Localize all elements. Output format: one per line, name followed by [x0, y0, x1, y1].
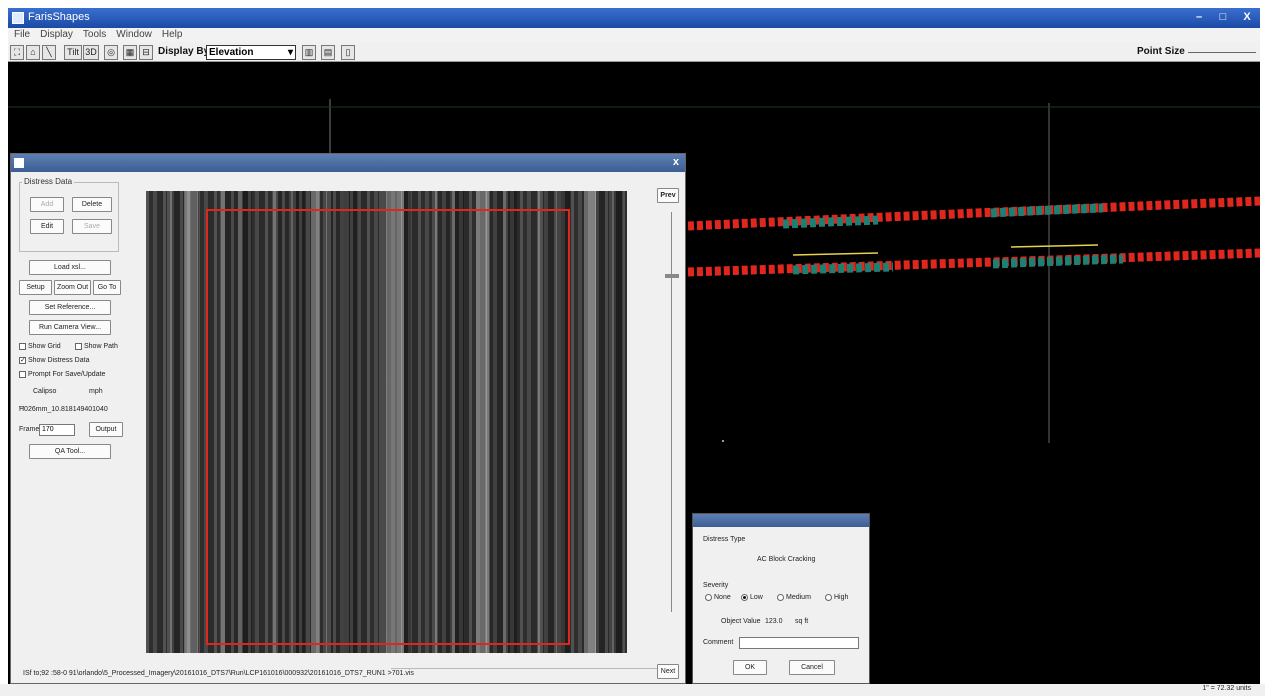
frame-input[interactable]: 170	[39, 424, 75, 436]
3d-button[interactable]: 3D	[83, 45, 99, 60]
image-viewer-dialog: x Distress Data Add Delete Edit Save Loa…	[10, 153, 686, 684]
distress-type-value[interactable]: AC Block Cracking	[757, 556, 815, 563]
comment-label: Comment	[703, 639, 734, 646]
minimize-button[interactable]: –	[1190, 10, 1208, 25]
qa-tool-button[interactable]: QA Tool...	[29, 444, 111, 459]
calipso-label: Calipso	[33, 388, 57, 395]
status-bar: 1" = 72.32 units	[0, 684, 1265, 696]
go-to-button[interactable]: Go To	[93, 280, 121, 295]
severity-high-radio[interactable]: High	[825, 594, 848, 601]
marker-line	[1010, 244, 1099, 248]
toolbar: ⛶ ⌂ ╲ Tilt 3D ◎ ▦ ⊟ Display By Elevation…	[8, 42, 1260, 62]
frame-scrollbar[interactable]	[671, 212, 677, 612]
line-icon[interactable]: ╲	[42, 45, 56, 60]
show-path-checkbox[interactable]: Show Path	[75, 343, 118, 350]
scale-readout: 1" = 72.32 units	[1202, 685, 1251, 692]
menu-file[interactable]: File	[14, 28, 30, 42]
show-grid-checkbox[interactable]: Show Grid	[19, 343, 61, 350]
horizontal-scrollbar[interactable]	[391, 668, 657, 669]
tilt-button[interactable]: Tilt	[64, 45, 82, 60]
columns-icon[interactable]: ▥	[302, 45, 316, 60]
speed-unit: mph	[89, 388, 103, 395]
dialog-title-bar: x	[11, 154, 685, 172]
close-button[interactable]: X	[1238, 10, 1256, 25]
ok-button[interactable]: OK	[733, 660, 767, 675]
app-icon	[12, 12, 24, 24]
point-size-label: Point Size	[1137, 46, 1185, 57]
severity-low-radio[interactable]: Low	[741, 594, 763, 601]
app-window: FarisShapes – □ X File Display Tools Win…	[8, 8, 1260, 692]
scrollbar-thumb[interactable]	[665, 274, 679, 278]
menu-bar: File Display Tools Window Help	[8, 28, 1260, 42]
chevron-down-icon: ▾	[287, 47, 293, 58]
crack-band-teal	[992, 254, 1124, 269]
frame-label: Frame	[19, 426, 40, 433]
severity-none-radio[interactable]: None	[705, 594, 731, 601]
set-reference-button[interactable]: Set Reference...	[29, 300, 111, 315]
severity-label: Severity	[703, 582, 729, 589]
crack-band-red	[687, 196, 1260, 231]
distress-dialog-title-bar	[693, 514, 869, 527]
menu-help[interactable]: Help	[162, 28, 183, 42]
maximize-button[interactable]: □	[1214, 10, 1232, 25]
menu-display[interactable]: Display	[40, 28, 73, 42]
menu-tools[interactable]: Tools	[83, 28, 106, 42]
distress-selection-box[interactable]	[206, 209, 570, 645]
grid-icon[interactable]: ▦	[123, 45, 137, 60]
distress-type-dialog: Distress Type AC Block Cracking Severity…	[692, 513, 870, 684]
title-bar: FarisShapes – □ X	[8, 8, 1260, 28]
object-value-unit: sq ft	[795, 618, 809, 625]
output-button[interactable]: Output	[89, 422, 123, 437]
prev-button[interactable]: Prev	[657, 188, 679, 203]
setup-button[interactable]: Setup	[19, 280, 52, 295]
edit-button[interactable]: Edit	[30, 219, 64, 234]
distress-type-label: Distress Type	[703, 536, 746, 543]
dialog-icon	[14, 158, 24, 168]
run-camera-view-button[interactable]: Run Camera View...	[29, 320, 111, 335]
display-by-select[interactable]: Elevation ▾	[206, 45, 296, 60]
distress-data-group: Distress Data Add Delete Edit Save	[19, 177, 119, 252]
menu-window[interactable]: Window	[116, 28, 152, 42]
frame-info: Ħ026mm_10.818149401040	[19, 406, 108, 413]
object-value-label: Object Value	[721, 618, 761, 625]
save-button[interactable]: Save	[72, 219, 112, 234]
marker-line	[792, 252, 879, 256]
crack-band-red	[687, 248, 1260, 277]
show-distress-data-checkbox[interactable]: ✓ Show Distress Data	[19, 357, 89, 364]
delete-button[interactable]: Delete	[72, 197, 112, 212]
fit-icon[interactable]: ⛶	[10, 45, 24, 60]
add-button[interactable]: Add	[30, 197, 64, 212]
window-title: FarisShapes	[28, 11, 90, 23]
load-xsl-button[interactable]: Load xsl...	[29, 260, 111, 275]
pavement-image[interactable]	[146, 191, 627, 653]
point-size-slider[interactable]	[1188, 52, 1256, 53]
page-icon[interactable]: ▯	[341, 45, 355, 60]
split-icon[interactable]: ⊟	[139, 45, 153, 60]
rotate-icon[interactable]: ◎	[104, 45, 118, 60]
display-by-label: Display By	[158, 46, 210, 57]
close-icon[interactable]: x	[673, 156, 679, 168]
next-button[interactable]: Next	[657, 664, 679, 679]
display-by-value: Elevation	[209, 47, 254, 58]
image-path: ISf to;92 :58-0 91\orlando\5_Processed_I…	[23, 670, 414, 677]
prompt-for-save-checkbox[interactable]: Prompt For Save/Update	[19, 371, 105, 378]
comment-input[interactable]	[739, 637, 859, 649]
crack-band-teal	[792, 262, 894, 275]
chart-icon[interactable]: ▤	[321, 45, 335, 60]
crack-band-teal	[782, 215, 879, 229]
cancel-button[interactable]: Cancel	[789, 660, 835, 675]
object-value: 123.0	[765, 618, 783, 625]
group-title: Distress Data	[22, 177, 75, 186]
control-panel: Distress Data Add Delete Edit Save Load …	[19, 177, 129, 472]
home-icon[interactable]: ⌂	[26, 45, 40, 60]
window-controls: – □ X	[1190, 10, 1256, 25]
zoom-out-button[interactable]: Zoom Out	[54, 280, 91, 295]
severity-medium-radio[interactable]: Medium	[777, 594, 811, 601]
